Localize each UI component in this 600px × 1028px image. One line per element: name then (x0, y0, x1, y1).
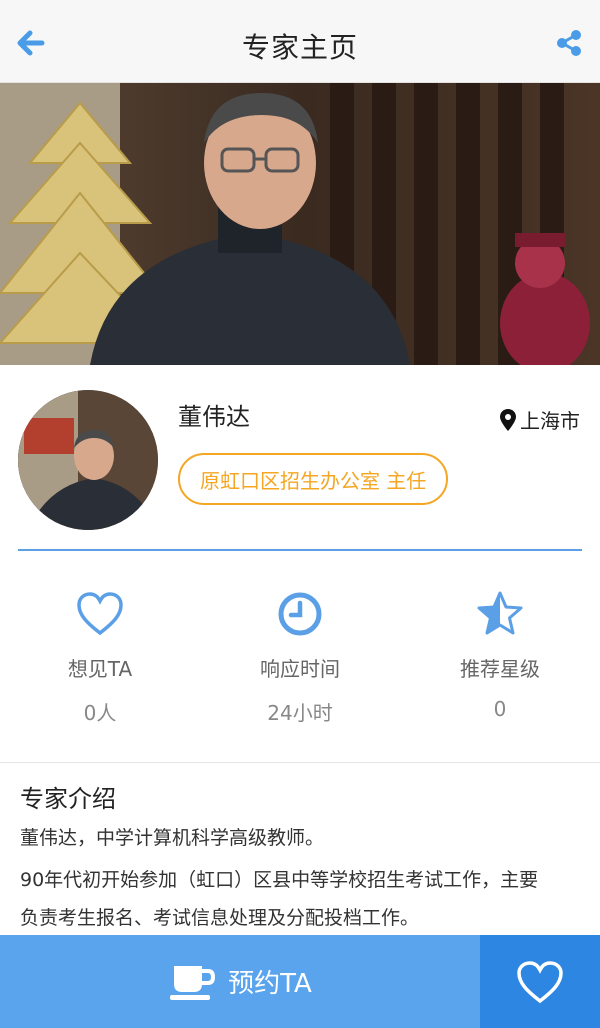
intro-text-line: 90年代初开始参加（虹口）区县中等学校招生考试工作，主要 (20, 869, 539, 891)
stats-row: 想见TA 0人 响应时间 24小时 推荐星级 0 (0, 551, 600, 762)
expert-profile-section: 董伟达 上海市 原虹口区招生办公室 主任 (0, 365, 600, 550)
expert-banner-photo (0, 83, 600, 365)
stat-value: 24小时 (267, 701, 333, 725)
heart-outline-icon (75, 589, 125, 639)
stat-value: 0 (493, 697, 507, 721)
share-icon[interactable] (554, 28, 584, 58)
expert-location: 上海市 (500, 405, 580, 434)
intro-heading: 专家介绍 (20, 785, 116, 813)
expert-intro-section: 专家介绍 董伟达，中学计算机科学高级教师。 90年代初开始参加（虹口）区县中等学… (0, 763, 600, 935)
favorite-button[interactable] (480, 935, 600, 1028)
clock-icon (275, 589, 325, 639)
book-appointment-button[interactable]: 预约TA (0, 935, 480, 1028)
stat-label: 响应时间 (260, 657, 340, 681)
position-badge: 原虹口区招生办公室 主任 (178, 453, 449, 505)
coffee-cup-icon (170, 965, 216, 1000)
stat-label: 想见TA (67, 657, 133, 681)
book-button-label: 预约TA (228, 969, 312, 999)
intro-text-line: 董伟达，中学计算机科学高级教师。 (20, 827, 325, 849)
location-label: 上海市 (520, 409, 580, 433)
location-pin-icon (500, 408, 516, 431)
top-nav-bar: 专家主页 (0, 0, 600, 83)
heart-outline-icon (517, 960, 563, 1003)
stat-label: 推荐星级 (460, 657, 540, 681)
expert-name: 董伟达 (178, 403, 250, 431)
avatar (18, 390, 158, 530)
page-title: 专家主页 (241, 31, 358, 64)
intro-text-line: 负责考生报名、考试信息处理及分配投档工作。 (20, 907, 420, 929)
stat-value: 0人 (83, 701, 117, 725)
star-half-icon (475, 589, 525, 639)
bottom-action-bar: 预约TA (0, 935, 600, 1028)
